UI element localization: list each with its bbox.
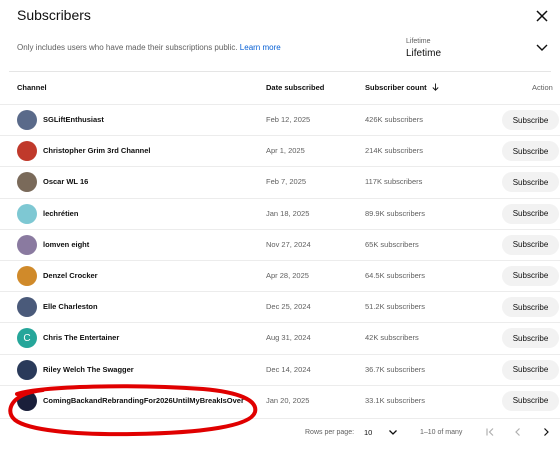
subscriber-count: 117K subscribers (365, 177, 423, 187)
subscriber-count: 89.9K subscribers (365, 208, 426, 218)
subscriber-count: 36.7K subscribers (365, 364, 426, 374)
next-page-button[interactable] (538, 424, 554, 440)
subscriber-row: Riley Welch The Swagger Dec 14, 2024 36.7K… (0, 353, 560, 385)
column-header-date[interactable]: Date subscribed (266, 83, 324, 92)
subscribe-button[interactable]: Subscribe (502, 265, 559, 286)
subscriber-list: SGLiftEnthusiast Feb 12, 2025 426K subscri… (0, 104, 560, 416)
period-dropdown[interactable]: Lifetime Lifetime (405, 36, 551, 64)
first-page-button[interactable] (482, 424, 498, 440)
subscriber-row: C Chris The Entertainer Aug 31, 2024 42K su… (0, 322, 560, 353)
date-subscribed: Dec 14, 2024 (266, 364, 311, 374)
channel-name[interactable]: Elle Charleston (43, 302, 98, 311)
subscriber-row: Oscar WL 16 Feb 7, 2025 117K subscribers Su… (0, 166, 560, 197)
subscribe-button[interactable]: Subscribe (502, 203, 559, 224)
avatar-letter: C (23, 332, 31, 344)
sort-down-icon (432, 83, 439, 91)
subscribe-button[interactable]: Subscribe (502, 110, 559, 130)
channel-name[interactable]: lechrétien (43, 209, 78, 218)
close-button[interactable] (532, 6, 552, 26)
date-subscribed: Aug 31, 2024 (266, 333, 311, 343)
first-page-icon (486, 428, 494, 436)
date-subscribed: Feb 12, 2025 (266, 115, 311, 124)
subscriber-count: 42K subscribers (365, 333, 419, 343)
subscriber-count: 33.1K subscribers (365, 395, 426, 405)
subscribe-button[interactable]: Subscribe (502, 297, 559, 318)
subscribe-button[interactable]: Subscribe (502, 359, 559, 380)
channel-avatar[interactable] (17, 172, 37, 193)
chevron-down-icon (389, 430, 397, 435)
channel-avatar[interactable] (17, 203, 37, 224)
previous-page-button[interactable] (510, 424, 526, 440)
subscribe-button[interactable]: Subscribe (502, 234, 559, 255)
subscriber-count: 426K subscribers (365, 115, 423, 124)
close-icon (536, 10, 548, 22)
date-subscribed: Apr 28, 2025 (266, 270, 309, 280)
channel-avatar[interactable]: C (17, 328, 37, 349)
date-subscribed: Jan 18, 2025 (266, 208, 310, 218)
column-header-action: Action (532, 83, 553, 92)
subscriber-row: SGLiftEnthusiast Feb 12, 2025 426K subscri… (0, 104, 560, 135)
subscriber-row: Elle Charleston Dec 25, 2024 51.2K subscri… (0, 291, 560, 322)
subscriber-row: lechrétien Jan 18, 2025 89.9K subscribers S… (0, 197, 560, 229)
subscriber-count: 65K subscribers (365, 239, 419, 249)
subscribe-button[interactable]: Subscribe (502, 141, 559, 162)
channel-name[interactable]: ComingBackandRebrandingFor2026UntilMyBre… (43, 396, 244, 405)
channel-avatar[interactable] (17, 265, 37, 286)
pagination-bar: Rows per page: 10 1–10 of many (0, 418, 560, 444)
rows-per-page-value: 10 (364, 428, 373, 437)
date-subscribed: Feb 7, 2025 (266, 177, 307, 187)
date-subscribed: Nov 27, 2024 (266, 239, 311, 249)
subscribe-button[interactable]: Subscribe (502, 390, 559, 411)
channel-name[interactable]: Chris The Entertainer (43, 333, 119, 342)
channel-name[interactable]: Riley Welch The Swagger (43, 365, 134, 374)
channel-avatar[interactable] (17, 141, 37, 162)
chevron-right-icon (544, 428, 549, 436)
channel-avatar[interactable] (17, 359, 37, 380)
channel-name[interactable]: Christopher Grim 3rd Channel (43, 146, 151, 155)
subscriber-row: lomven eight Nov 27, 2024 65K subscribers S… (0, 228, 560, 260)
chevron-left-icon (515, 428, 520, 436)
column-header-count-label: Subscriber count (365, 83, 427, 92)
subscriber-count: 214K subscribers (365, 146, 423, 156)
date-subscribed: Dec 25, 2024 (266, 302, 311, 312)
channel-avatar[interactable] (17, 297, 37, 318)
subscriber-count: 64.5K subscribers (365, 270, 426, 280)
page-range-text: 1–10 of many (420, 429, 463, 436)
column-header-channel: Channel (17, 83, 47, 92)
dialog-header: Subscribers (0, 0, 560, 32)
channel-avatar[interactable] (17, 390, 37, 411)
date-subscribed: Jan 20, 2025 (266, 395, 310, 405)
subscriber-row: Christopher Grim 3rd Channel Apr 1, 2025 2… (0, 135, 560, 166)
public-subscriptions-notice: Only includes users who have made their … (17, 43, 281, 52)
header-divider (9, 71, 551, 72)
channel-name[interactable]: Oscar WL 16 (43, 177, 88, 186)
dialog-title: Subscribers (17, 7, 91, 23)
learn-more-link[interactable]: Learn more (240, 43, 281, 52)
channel-avatar[interactable] (17, 110, 37, 130)
channel-avatar[interactable] (17, 234, 37, 255)
subscriber-row: ComingBackandRebrandingFor2026UntilMyBre… (0, 384, 560, 416)
subscriber-row: Denzel Crocker Apr 28, 2025 64.5K subscrib… (0, 259, 560, 291)
subscriber-count: 51.2K subscribers (365, 302, 426, 312)
period-value: Lifetime (406, 48, 442, 59)
subscribe-button[interactable]: Subscribe (502, 172, 559, 193)
channel-name[interactable]: SGLiftEnthusiast (43, 115, 104, 124)
period-label: Lifetime (406, 38, 431, 45)
column-header-count[interactable]: Subscriber count (365, 83, 439, 92)
date-subscribed: Apr 1, 2025 (266, 146, 305, 156)
subscribe-button[interactable]: Subscribe (502, 328, 559, 349)
channel-name[interactable]: Denzel Crocker (43, 271, 98, 280)
notice-text: Only includes users who have made their … (17, 43, 238, 52)
rows-per-page-label: Rows per page: (305, 429, 355, 436)
channel-name[interactable]: lomven eight (43, 240, 89, 249)
rows-per-page-select[interactable]: 10 (362, 425, 402, 441)
chevron-down-icon (536, 44, 548, 51)
